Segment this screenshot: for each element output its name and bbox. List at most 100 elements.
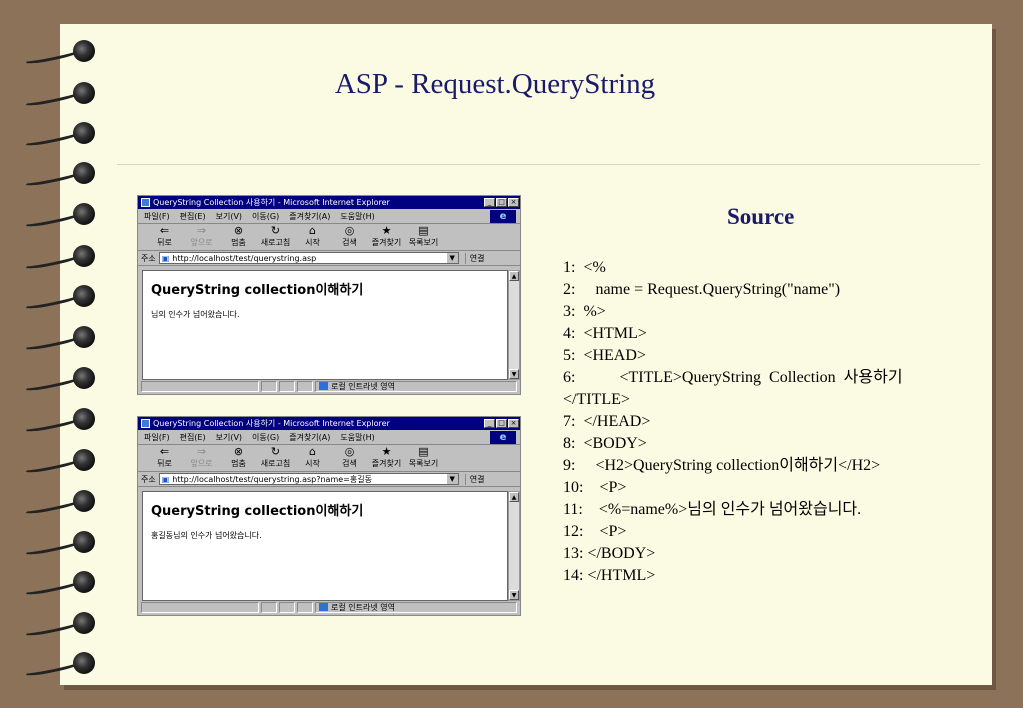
menu-item[interactable]: 즐겨찾기(A) [289,432,330,443]
menu-item[interactable]: 편집(E) [180,432,206,443]
maximize-button[interactable]: □ [496,419,507,428]
toolbar-label: 뒤로 [157,459,172,468]
close-button[interactable]: × [508,198,519,207]
status-segment [141,601,259,613]
code-line: 7: </HEAD> [563,413,651,430]
toolbar-icon: ⊗ [233,224,244,237]
code-line: 10: <P> [563,479,627,496]
toolbar-label: 멈춤 [231,459,246,468]
toolbar-icon: ⇐ [159,445,170,458]
dropdown-arrow-icon[interactable]: ▼ [446,474,458,484]
minimize-button[interactable]: _ [484,419,495,428]
binding-ring [14,449,95,476]
menu-item[interactable]: 편집(E) [180,211,206,222]
close-button[interactable]: × [508,419,519,428]
menu-item[interactable]: 이동(G) [252,432,279,443]
menu-item[interactable]: 파일(F) [144,432,170,443]
ring-hole [73,162,95,184]
toolbar-button[interactable]: ★ 즐겨찾기 [368,446,405,471]
binding-ring [14,531,95,558]
ring-hole [73,571,95,593]
scroll-up-icon[interactable]: ▲ [509,271,519,281]
page-text: 홍길동님의 인수가 넘어왔습니다. [151,531,262,540]
address-input[interactable]: ▣ http://localhost/test/querystring.asp … [158,252,459,264]
toolbar-icon: ↻ [270,445,281,458]
status-segment [261,380,277,392]
code-line: 13: </BODY> [563,545,656,562]
toolbar-button[interactable]: ⌂ 시작 [294,225,331,250]
dropdown-arrow-icon[interactable]: ▼ [446,253,458,263]
ring-hole [73,203,95,225]
toolbar-button[interactable]: ◎ 검색 [331,225,368,250]
menu-item[interactable]: 보기(V) [216,211,242,222]
binding-ring [14,162,95,189]
binding-ring [14,490,95,517]
code-line: 4: <HTML> [563,325,647,342]
ring-hole [73,122,95,144]
window-titlebar[interactable]: QueryString Collection 사용하기 - Microsoft … [138,196,520,209]
toolbar-button[interactable]: ⊗ 멈춤 [220,225,257,250]
code-line: </TITLE> [563,391,630,408]
status-segment [279,601,295,613]
toolbar-button[interactable]: ⇐ 뒤로 [146,225,183,250]
ie-icon [141,198,150,207]
toolbar-button[interactable]: ⇐ 뒤로 [146,446,183,471]
menu-item[interactable]: 즐겨찾기(A) [289,211,330,222]
go-button[interactable]: 연결 [464,252,484,264]
address-url: http://localhost/test/querystring.asp [172,253,317,263]
status-zone-label: 로컬 인트라넷 영역 [331,602,395,612]
toolbar-label: 새로고침 [260,459,291,468]
toolbar-label: 검색 [342,459,357,468]
window-title: QueryString Collection 사용하기 - Microsoft … [153,198,390,207]
window-titlebar[interactable]: QueryString Collection 사용하기 - Microsoft … [138,417,520,430]
address-input[interactable]: ▣ http://localhost/test/querystring.asp?… [158,473,459,485]
toolbar-button[interactable]: ▤ 목록보기 [405,446,442,471]
scroll-down-icon[interactable]: ▼ [509,590,519,600]
scroll-up-icon[interactable]: ▲ [509,492,519,502]
code-line: 5: <HEAD> [563,347,646,364]
status-segment [261,601,277,613]
toolbar-button[interactable]: ↻ 새로고침 [257,225,294,250]
ring-hole [73,326,95,348]
toolbar-label: 목록보기 [408,238,439,247]
code-line: 8: <BODY> [563,435,647,452]
menu-item[interactable]: 보기(V) [216,432,242,443]
vertical-scrollbar[interactable]: ▲ ▼ [508,491,520,601]
binding-ring [14,203,95,230]
toolbar-button[interactable]: ⊗ 멈춤 [220,446,257,471]
intranet-icon [319,382,328,390]
minimize-button[interactable]: _ [484,198,495,207]
status-zone: 로컬 인트라넷 영역 [315,601,517,613]
toolbar-button[interactable]: ★ 즐겨찾기 [368,225,405,250]
toolbar: ⇐ 뒤로 ⇒ 앞으로 ⊗ 멈춤 ↻ 새로고침 ⌂ 시작 ◎ 검색 ★ 즐겨찾기 ▤ 목록보기 [138,445,520,472]
status-segment [297,380,313,392]
code-line: 2: name = Request.QueryString("name") [563,281,841,298]
go-button[interactable]: 연결 [464,473,484,485]
toolbar-button[interactable]: ▤ 목록보기 [405,225,442,250]
status-zone: 로컬 인트라넷 영역 [315,380,517,392]
toolbar-button[interactable]: ⇒ 앞으로 [183,446,220,471]
page-heading: QueryString collection이해하기 [151,283,364,298]
code-line: 9: <H2>QueryString collection이해하기</H2> [563,457,881,474]
toolbar-label: 새로고침 [260,238,291,247]
toolbar-button[interactable]: ⇒ 앞으로 [183,225,220,250]
vertical-scrollbar[interactable]: ▲ ▼ [508,270,520,380]
toolbar-label: 뒤로 [157,238,172,247]
menu-item[interactable]: 도움말(H) [340,211,374,222]
maximize-button[interactable]: □ [496,198,507,207]
menu-item[interactable]: 파일(F) [144,211,170,222]
scroll-down-icon[interactable]: ▼ [509,369,519,379]
toolbar-label: 즐겨찾기 [371,238,402,247]
toolbar-label: 시작 [305,238,320,247]
toolbar-label: 검색 [342,238,357,247]
menu-item[interactable]: 도움말(H) [340,432,374,443]
ring-hole [73,652,95,674]
status-bar: 로컬 인트라넷 영역 [141,380,519,392]
toolbar-button[interactable]: ◎ 검색 [331,446,368,471]
toolbar-button[interactable]: ⌂ 시작 [294,446,331,471]
menu-item[interactable]: 이동(G) [252,211,279,222]
ring-hole [73,245,95,267]
page-icon: ▣ [161,253,170,263]
binding-ring [14,367,95,394]
toolbar-button[interactable]: ↻ 새로고침 [257,446,294,471]
